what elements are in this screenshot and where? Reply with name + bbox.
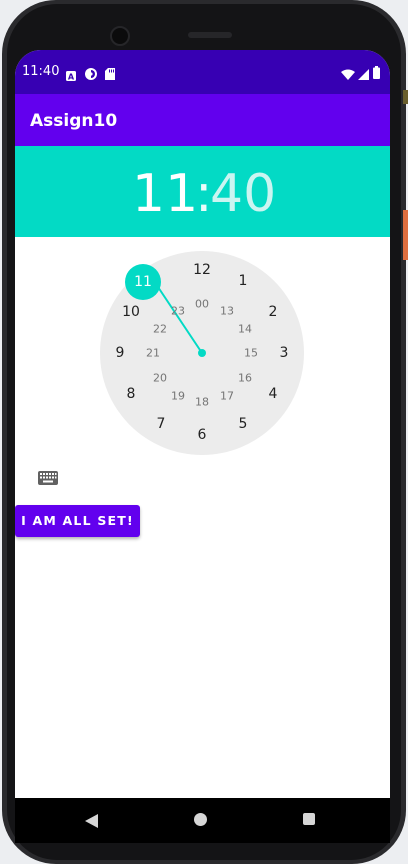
clock-number-18[interactable]: 18 [195,396,209,409]
navigation-bar [15,798,390,843]
side-button [403,210,408,260]
clock-number-22[interactable]: 22 [153,323,167,336]
wifi-icon [341,65,355,84]
back-icon[interactable] [85,813,98,832]
clock-number-8[interactable]: 8 [127,386,136,402]
clock-number-12[interactable]: 12 [193,262,211,278]
app-bar: Assign10 [15,94,390,146]
clock-number-15[interactable]: 15 [244,347,258,360]
clock-number-4[interactable]: 4 [269,386,278,402]
status-bar: 11:40 A [15,50,390,94]
camera-icon [110,26,130,46]
clock-number-16[interactable]: 16 [238,372,252,385]
battery-icon [373,64,380,83]
clock-center-dot [198,349,206,357]
clock-number-5[interactable]: 5 [239,416,248,432]
hour-display[interactable]: 11 [132,164,198,224]
clock-number-1[interactable]: 1 [239,273,248,289]
time-picker-header: 11 : 40 [15,146,390,237]
app-screen: 11:40 A Assign10 11 : 40 11 12 1 2 3 4 5… [15,50,390,830]
clock-face[interactable]: 11 12 1 2 3 4 5 6 7 8 9 10 00 13 14 15 1… [100,251,304,455]
minute-display[interactable]: 40 [210,164,276,224]
recents-icon[interactable] [303,813,315,825]
clock-number-23[interactable]: 23 [171,305,185,318]
side-button [403,90,408,104]
clock-number-9[interactable]: 9 [116,345,125,361]
all-set-button[interactable]: I AM ALL SET! [15,505,140,537]
signal-icon [358,65,369,84]
clock-number-2[interactable]: 2 [269,304,278,320]
sd-card-icon [105,65,115,84]
clock-number-21[interactable]: 21 [146,347,160,360]
clock-number-10[interactable]: 10 [122,304,140,320]
svg-text:A: A [68,72,75,81]
clock-number-6[interactable]: 6 [198,427,207,443]
clock-number-14[interactable]: 14 [238,323,252,336]
clock-number-3[interactable]: 3 [280,345,289,361]
keyboard-icon[interactable] [38,470,58,489]
speaker-grille [188,32,232,38]
clock-number-17[interactable]: 17 [220,390,234,403]
clock-number-19[interactable]: 19 [171,390,185,403]
a-icon: A [66,66,76,85]
clock-number-13[interactable]: 13 [220,305,234,318]
clock-number-7[interactable]: 7 [157,416,166,432]
circle-app-icon [85,65,97,84]
clock-number-20[interactable]: 20 [153,372,167,385]
selected-hour-label: 11 [134,274,152,290]
home-icon[interactable] [194,813,207,826]
app-title: Assign10 [30,111,118,131]
status-time: 11:40 [22,64,60,79]
clock-number-00[interactable]: 00 [195,298,209,311]
